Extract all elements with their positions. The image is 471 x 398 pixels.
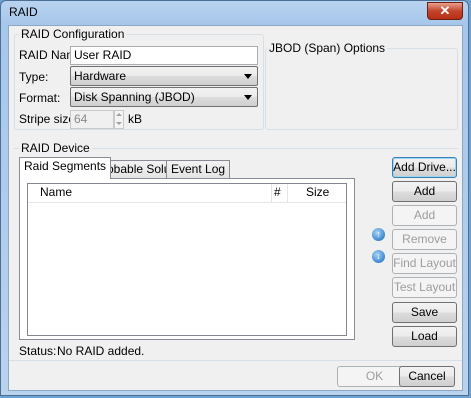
raid-device-title: RAID Device xyxy=(19,141,92,155)
list-header-divider xyxy=(28,202,346,203)
remove-button[interactable]: Remove xyxy=(392,229,457,250)
stepper-up-icon xyxy=(116,113,122,116)
add-missing-button[interactable]: Add Missing... xyxy=(392,205,457,241)
chevron-down-icon xyxy=(244,74,252,79)
dialog-body: RAID Configuration RAID Name: User RAID … xyxy=(8,25,463,391)
status-text: No RAID added. xyxy=(57,344,145,358)
footer-divider xyxy=(9,360,462,361)
type-label: Type: xyxy=(19,70,49,84)
format-select-value: Disk Spanning (JBOD) xyxy=(74,90,195,104)
tab-raid-segments[interactable]: Raid Segments xyxy=(19,157,112,179)
raid-name-input[interactable]: User RAID xyxy=(70,46,258,65)
format-select[interactable]: Disk Spanning (JBOD) xyxy=(70,87,258,107)
tab-event-log[interactable]: Event Log xyxy=(166,160,231,179)
raid-dialog: RAID ✕ RAID Configuration RAID Name: Use… xyxy=(0,0,469,396)
chevron-down-icon xyxy=(244,95,252,100)
stripe-size-unit: kB xyxy=(128,112,143,126)
stepper-down-icon xyxy=(116,122,122,125)
arrow-up-icon[interactable]: ↑ xyxy=(372,228,385,241)
jbod-options-title: JBOD (Span) Options xyxy=(267,41,388,55)
stripe-size-stepper[interactable] xyxy=(114,110,124,129)
test-layout-button[interactable]: Test Layout xyxy=(392,277,457,298)
add-drive-button[interactable]: Add Drive... xyxy=(392,157,457,178)
status-label: Status: xyxy=(19,344,57,358)
raid-segments-panel: Name # Size xyxy=(19,178,355,340)
arrow-down-icon[interactable]: ↓ xyxy=(372,250,385,263)
title-bar: RAID ✕ xyxy=(1,1,468,25)
load-button[interactable]: Load xyxy=(392,326,457,347)
find-layout-button[interactable]: Find Layout xyxy=(392,253,457,274)
column-header-number[interactable]: # xyxy=(272,184,288,202)
add-image-button[interactable]: Add Image... xyxy=(392,181,457,217)
column-header-name[interactable]: Name xyxy=(28,184,272,202)
save-button[interactable]: Save xyxy=(392,302,457,323)
close-button[interactable]: ✕ xyxy=(427,2,463,20)
stripe-size-input[interactable]: 64 xyxy=(70,110,114,129)
raid-segments-list[interactable]: Name # Size xyxy=(27,183,347,336)
window-title: RAID xyxy=(9,5,38,19)
type-select-value: Hardware xyxy=(74,69,127,83)
format-label: Format: xyxy=(19,91,61,105)
cancel-button[interactable]: Cancel xyxy=(399,366,455,387)
jbod-options-group xyxy=(265,48,458,130)
column-header-size[interactable]: Size xyxy=(288,184,348,202)
raid-configuration-title: RAID Configuration xyxy=(19,27,127,41)
type-select[interactable]: Hardware xyxy=(70,66,258,86)
